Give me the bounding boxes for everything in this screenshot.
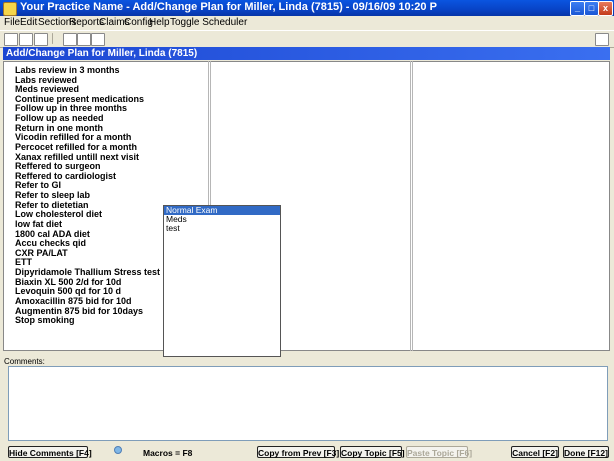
plan-item[interactable]: Labs reviewed: [15, 75, 77, 85]
plan-item[interactable]: 1800 cal ADA diet: [15, 229, 90, 239]
app-icon: [3, 2, 17, 16]
plan-item[interactable]: Dipyridamole Thallium Stress test: [15, 267, 160, 277]
plan-item[interactable]: Biaxin XL 500 2/d for 10d: [15, 277, 121, 287]
plan-item[interactable]: Follow up as needed: [15, 113, 104, 123]
copy-from-prev-button[interactable]: Copy from Prev [F3]: [257, 446, 339, 458]
print-icon[interactable]: [91, 33, 105, 46]
toolbar: [0, 30, 614, 48]
export-icon[interactable]: [595, 33, 609, 46]
title-bar: Your Practice Name - Add/Change Plan for…: [0, 0, 614, 16]
menu-toggle-scheduler[interactable]: Toggle Scheduler: [170, 16, 247, 29]
page-icon[interactable]: [77, 33, 91, 46]
plan-item[interactable]: Continue present medications: [15, 94, 144, 104]
plan-item[interactable]: Percocet refilled for a month: [15, 142, 137, 152]
plan-item[interactable]: CXR PA/LAT: [15, 248, 68, 258]
close-button[interactable]: x: [598, 1, 613, 16]
plan-item[interactable]: Reffered to cardiologist: [15, 171, 116, 181]
info-icon: [114, 446, 122, 454]
comments-label: Comments:: [4, 357, 45, 366]
menu-bar: File Edit Sections Reports Claims Config…: [0, 16, 614, 29]
dropdown-item[interactable]: test: [164, 224, 280, 233]
menu-edit[interactable]: Edit: [20, 16, 37, 29]
window-title: Your Practice Name - Add/Change Plan for…: [20, 1, 437, 13]
dropdown-item[interactable]: Meds: [164, 215, 280, 224]
plan-item[interactable]: Refer to dietetian: [15, 200, 89, 210]
paste-topic-button: Paste Topic [F6]: [406, 446, 473, 458]
topic-dropdown[interactable]: Normal Exam Meds test: [163, 205, 281, 357]
forward-icon[interactable]: [63, 33, 77, 46]
plan-item[interactable]: Accu checks qid: [15, 238, 86, 248]
toolbar-separator: [52, 33, 53, 44]
plan-item[interactable]: Reffered to surgeon: [15, 161, 101, 171]
plan-item[interactable]: Xanax refilled untill next visit: [15, 152, 139, 162]
panel-header: Add/Change Plan for Miller, Linda (7815): [3, 47, 610, 60]
plan-item[interactable]: Low cholesterol diet: [15, 209, 102, 219]
plan-item[interactable]: Stop smoking: [15, 315, 75, 325]
column-divider: [410, 61, 411, 351]
plan-item[interactable]: Refer to sleep lab: [15, 190, 90, 200]
cancel-button[interactable]: Cancel [F2]: [511, 446, 559, 458]
plan-item[interactable]: Amoxacillin 875 bid for 10d: [15, 296, 132, 306]
plan-item[interactable]: Meds reviewed: [15, 84, 79, 94]
plan-item[interactable]: ETT: [15, 257, 32, 267]
plan-item[interactable]: Augmentin 875 bid for 10days: [15, 306, 143, 316]
plan-item[interactable]: Return in one month: [15, 123, 103, 133]
comments-textarea[interactable]: [8, 366, 608, 441]
done-button[interactable]: Done [F12]: [563, 446, 609, 458]
plan-item[interactable]: Follow up in three months: [15, 103, 127, 113]
menu-file[interactable]: File: [4, 16, 20, 29]
save-icon[interactable]: [34, 33, 48, 46]
plan-item[interactable]: low fat diet: [15, 219, 62, 229]
new-icon[interactable]: [4, 33, 18, 46]
copy-topic-button[interactable]: Copy Topic [F5]: [340, 446, 405, 458]
maximize-button[interactable]: □: [584, 1, 599, 16]
plan-item[interactable]: Levoquin 500 qd for 10 d: [15, 286, 121, 296]
menu-help[interactable]: Help: [149, 16, 170, 29]
plan-item[interactable]: Refer to GI: [15, 180, 61, 190]
plan-item[interactable]: Vicodin refilled for a month: [15, 132, 131, 142]
column-divider: [412, 61, 413, 351]
hide-comments-button[interactable]: Hide Comments [F4]: [8, 446, 92, 458]
macros-label: Macros = F8: [143, 448, 193, 458]
plan-item[interactable]: Labs review in 3 months: [15, 65, 120, 75]
edit-icon[interactable]: [19, 33, 33, 46]
minimize-button[interactable]: _: [570, 1, 585, 16]
